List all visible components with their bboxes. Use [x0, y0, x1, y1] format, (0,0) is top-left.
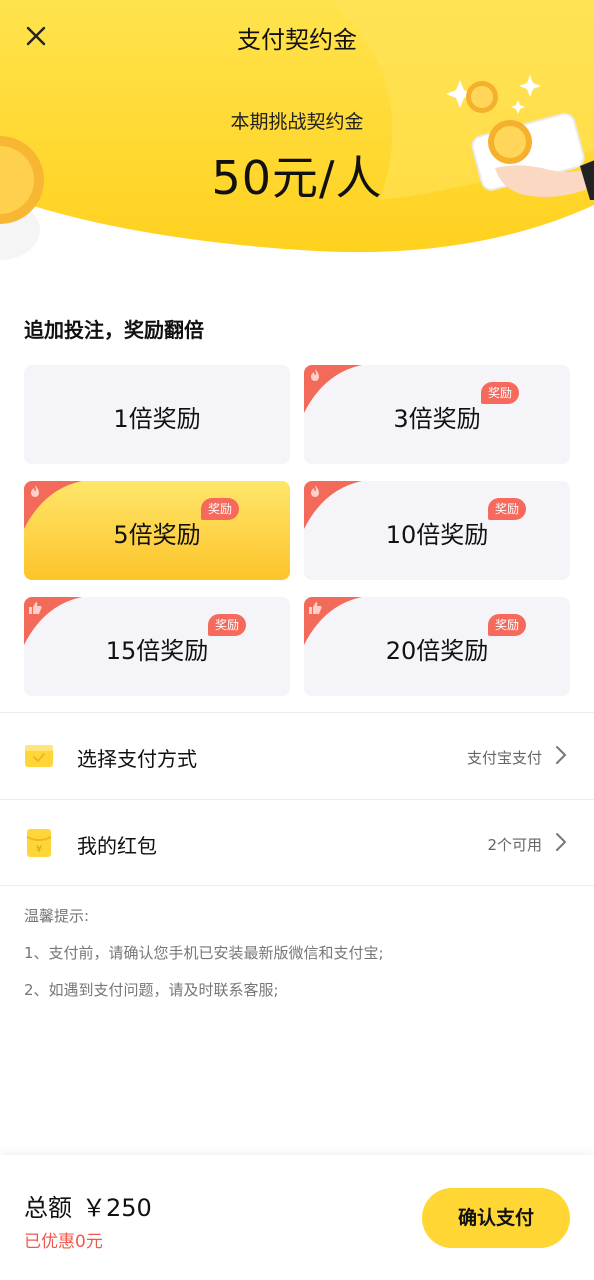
multiplier-option-15x[interactable]: 奖励 15倍奖励: [24, 597, 290, 696]
red-packet-row[interactable]: ¥ 我的红包 2个可用: [0, 800, 594, 886]
multiplier-option-20x[interactable]: 奖励 20倍奖励: [304, 597, 570, 696]
tip-item: 2、如遇到支付问题，请及时联系客服;: [24, 981, 279, 999]
svg-text:¥: ¥: [36, 844, 42, 855]
red-packet-icon: ¥: [26, 829, 52, 857]
bottom-bar: 总额 ￥250 已优惠0元 确认支付: [0, 1155, 594, 1280]
hero-subtitle: 本期挑战契约金: [230, 111, 364, 133]
red-packet-label: 我的红包: [77, 834, 157, 858]
multiplier-label: 10倍奖励: [385, 521, 489, 549]
multiplier-label: 20倍奖励: [385, 637, 489, 665]
payment-page: 支付契约金 本期挑战契约金 50元/人 追加投注，奖励翻倍 1倍奖励 奖励 3倍…: [0, 0, 594, 1280]
multiplier-option-5x[interactable]: 奖励 5倍奖励: [24, 481, 290, 580]
fire-icon: [311, 485, 319, 497]
page-title: 支付契约金: [237, 26, 357, 54]
discount-text: 已优惠0元: [24, 1232, 103, 1252]
thumbs-up-icon: [309, 602, 322, 614]
total-label: 总额: [24, 1194, 72, 1222]
multiplier-label: 3倍奖励: [393, 405, 481, 433]
total-amount: ￥250: [82, 1194, 152, 1222]
fire-icon: [31, 485, 39, 497]
chevron-right-icon: [556, 833, 567, 851]
multiplier-label: 1倍奖励: [113, 405, 201, 433]
fire-icon: [311, 369, 319, 381]
multiplier-label: 15倍奖励: [105, 637, 209, 665]
hero-amount: 50元/人: [211, 151, 383, 205]
multiplier-option-3x[interactable]: 奖励 3倍奖励: [304, 365, 570, 464]
header-banner: 支付契约金 本期挑战契约金 50元/人: [0, 0, 594, 270]
confirm-pay-button[interactable]: 确认支付: [422, 1188, 570, 1248]
multiplier-option-1x[interactable]: 1倍奖励: [24, 365, 290, 464]
tips-section: 温馨提示: 1、支付前，请确认您手机已安装最新版微信和支付宝; 2、如遇到支付问…: [24, 906, 584, 1017]
multiplier-grid: 1倍奖励 奖励 3倍奖励 奖励 5倍奖励 奖励 10倍奖励 奖励 15倍奖励 奖…: [24, 365, 570, 696]
multiplier-label: 5倍奖励: [113, 521, 201, 549]
tips-title: 温馨提示:: [24, 907, 90, 925]
wallet-icon: [25, 745, 53, 767]
tip-item: 1、支付前，请确认您手机已安装最新版微信和支付宝;: [24, 944, 384, 962]
multiplier-option-10x[interactable]: 奖励 10倍奖励: [304, 481, 570, 580]
thumbs-up-icon: [29, 602, 42, 614]
payment-method-row[interactable]: 选择支付方式 支付宝支付: [0, 713, 594, 799]
section-title: 追加投注，奖励翻倍: [24, 318, 204, 342]
chevron-right-icon: [556, 746, 567, 764]
divider: [0, 885, 594, 886]
payment-method-label: 选择支付方式: [77, 747, 197, 771]
payment-method-value: 支付宝支付: [466, 749, 542, 767]
red-packet-value: 2个可用: [487, 836, 542, 854]
